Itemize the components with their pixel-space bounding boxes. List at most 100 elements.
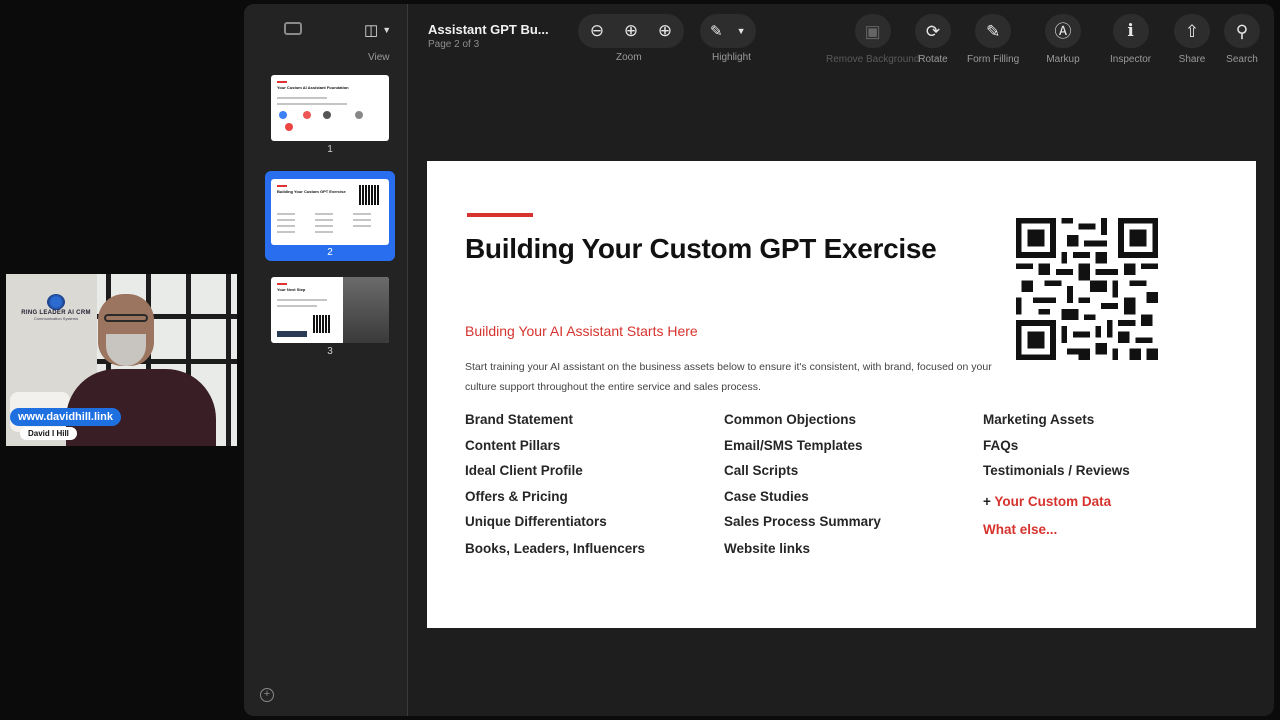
qr-code [1016,218,1158,360]
thumb-line [277,213,295,215]
thumb-button [277,331,307,337]
view-label: View [368,52,390,63]
asset-list-col1: Brand Statement Content Pillars Ideal Cl… [465,410,645,565]
search-button[interactable]: ⚲ Search [1224,14,1260,65]
thumb-line [315,225,333,227]
thumb-accent [277,185,287,187]
sidebar-toggle-icon[interactable] [284,22,302,35]
inspector-button[interactable]: i Inspector [1110,14,1151,65]
asset-list-col2: Common Objections Email/SMS Templates Ca… [724,410,881,565]
thumb-logo-icon [303,111,311,119]
highlighter-pen-icon[interactable]: ✎ [710,22,723,40]
thumb-title: Building Your Custom GPT Exercise [277,189,346,194]
zoom-label: Zoom [616,52,642,63]
presenter-glasses [104,314,148,322]
chevron-down-icon: ▼ [382,25,392,35]
zoom-fit-icon[interactable]: ⊕ [620,21,642,41]
screen: RING LEADER AI CRM Communication Systems… [0,0,1280,720]
remove-background-button[interactable]: ▣ Remove Background [826,14,919,65]
markup-icon: Ⓐ [1054,21,1072,41]
brand-logo-icon [47,294,65,310]
webcam-overlay: RING LEADER AI CRM Communication Systems… [6,274,237,446]
document-page: Building Your Custom GPT Exercise Buildi… [427,161,1256,628]
slide-description: Start training your AI assistant on the … [465,361,992,393]
list-item: Common Objections [724,412,857,427]
thumb-qr [359,185,379,205]
slide-subtitle: Building Your AI Assistant Starts Here [465,323,698,339]
page-thumbnail-3[interactable]: Your Next Step [271,277,389,343]
plus-sign: + [983,494,991,509]
chevron-down-icon[interactable]: ▼ [737,26,746,36]
thumb-title: Your Next Step [277,287,306,292]
thumb-line [277,97,327,99]
add-page-icon[interactable]: + [260,688,274,702]
rotate-icon-wrap: ⟳ [915,14,951,48]
list-item: Testimonials / Reviews [983,463,1130,478]
highlight-label: Highlight [712,52,751,63]
thumb-line [277,225,295,227]
list-item: Content Pillars [465,437,561,453]
list-item: Ideal Client Profile [465,463,583,478]
website-link-badge: www.davidhill.link [10,408,121,426]
markup-label: Markup [1046,54,1080,65]
search-icon-wrap: ⚲ [1224,14,1260,48]
page-thumbnail-1[interactable]: Your Custom AI Assistant Foundation [271,75,389,141]
markup-button[interactable]: Ⓐ Markup [1045,14,1081,65]
view-button[interactable]: ◫ ▼ [364,21,391,39]
form-filling-icon-wrap: ✎ [975,14,1012,48]
remove-background-icon-wrap: ▣ [854,14,891,48]
rotate-button[interactable]: ⟳ Rotate [915,14,951,65]
what-else-item: What else... [983,522,1058,537]
zoom-out-icon[interactable]: ⊖ [586,21,608,41]
list-item: Brand Statement [465,412,574,427]
rotate-icon: ⟳ [925,21,941,41]
thumb-accent [277,81,287,83]
thumb-title: Your Custom AI Assistant Foundation [277,85,349,90]
list-item: Email/SMS Templates [724,437,863,453]
thumb-qr [313,315,331,333]
thumb-logo-icon [285,123,293,131]
sidebar-layout-icon: ◫ [364,22,379,39]
highlight-controls: ✎ ▼ [700,14,756,48]
info-icon: i [1127,20,1134,41]
inspector-icon-wrap: i [1112,14,1149,48]
thumb-logo-icon [323,111,331,119]
custom-data-item: + Your Custom Data [983,492,1130,520]
search-label: Search [1226,54,1258,65]
page-indicator: Page 2 of 3 [428,39,480,50]
form-filling-label: Form Filling [967,54,1020,65]
thumb-line [277,103,347,105]
list-item: Website links [724,541,811,556]
thumb-line [315,213,333,215]
page-thumbnail-2[interactable]: Building Your Custom GPT Exercise [271,179,389,245]
custom-data-text: Your Custom Data [994,494,1112,509]
document-title: Assistant GPT Bu... [428,22,549,37]
slide-title: Building Your Custom GPT Exercise [465,233,937,264]
brand-subtitle: Communication Systems [33,316,79,321]
list-item: Marketing Assets [983,412,1095,427]
list-item: Offers & Pricing [465,488,568,504]
thumb-line [277,219,295,221]
thumbnail-sidebar: ◫ ▼ View Your Custom AI Assistant Founda… [244,4,408,716]
share-button[interactable]: ⇧ Share [1174,14,1210,65]
inspector-label: Inspector [1110,54,1152,65]
thumb-logo-icon [279,111,287,119]
thumb-line [315,219,333,221]
share-icon-wrap: ⇧ [1174,14,1210,48]
brand-logo: RING LEADER AI CRM Communication Systems [16,294,96,321]
thumb-line [277,299,327,301]
form-filling-button[interactable]: ✎ Form Filling [967,14,1019,65]
page-number-3: 3 [327,346,333,357]
thumb-line [353,213,371,215]
asset-list-col3: Marketing Assets FAQs Testimonials / Rev… [983,410,1130,546]
markup-icon-wrap: Ⓐ [1045,14,1081,48]
presenter-name-badge: David I Hill [20,427,77,440]
zoom-in-icon[interactable]: ⊕ [654,21,676,41]
form-filling-icon: ✎ [985,21,1001,41]
remove-background-label: Remove Background [826,54,920,65]
title-accent-bar [467,213,533,217]
thumb-photo [343,277,389,343]
page-number-1: 1 [327,144,333,155]
list-item: Unique Differentiators [465,514,607,529]
search-icon: ⚲ [1235,21,1249,41]
